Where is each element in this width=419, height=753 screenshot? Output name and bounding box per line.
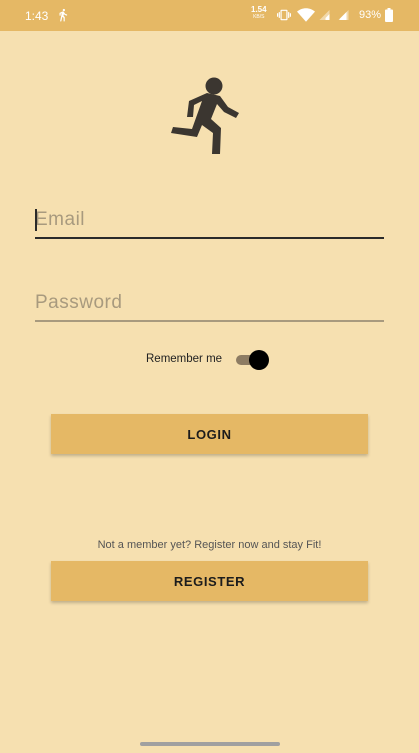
running-person-icon	[59, 8, 68, 22]
login-button[interactable]: LOGIN	[51, 414, 368, 454]
running-person-icon	[171, 77, 239, 154]
battery-percent: 93%	[359, 9, 382, 21]
cell-signal-icon	[319, 10, 330, 20]
vibrate-icon	[277, 9, 291, 21]
password-underline	[35, 320, 384, 322]
email-underline	[35, 237, 384, 239]
net-speed-unit: KB/S	[253, 14, 265, 20]
wifi-icon	[297, 8, 315, 22]
register-promo-text: Not a member yet? Register now and stay …	[97, 539, 322, 551]
status-bar: 1:43 1.54 KB/S 93%	[0, 0, 419, 31]
battery-icon	[385, 8, 393, 22]
password-input[interactable]	[35, 290, 384, 316]
email-input[interactable]	[35, 207, 384, 233]
text-cursor	[35, 209, 37, 231]
email-field-wrapper	[35, 207, 384, 239]
gesture-navigation-bar[interactable]	[140, 742, 280, 746]
status-time: 1:43	[25, 9, 49, 23]
net-speed-value: 1.54	[251, 5, 267, 14]
remember-me-toggle[interactable]	[235, 350, 271, 370]
register-button[interactable]: REGISTER	[51, 561, 368, 601]
toggle-thumb	[249, 350, 269, 370]
network-speed: 1.54 KB/S	[251, 5, 267, 21]
password-field-wrapper	[35, 290, 384, 322]
cell-signal-icon	[338, 10, 349, 20]
remember-me-label: Remember me	[146, 353, 223, 365]
